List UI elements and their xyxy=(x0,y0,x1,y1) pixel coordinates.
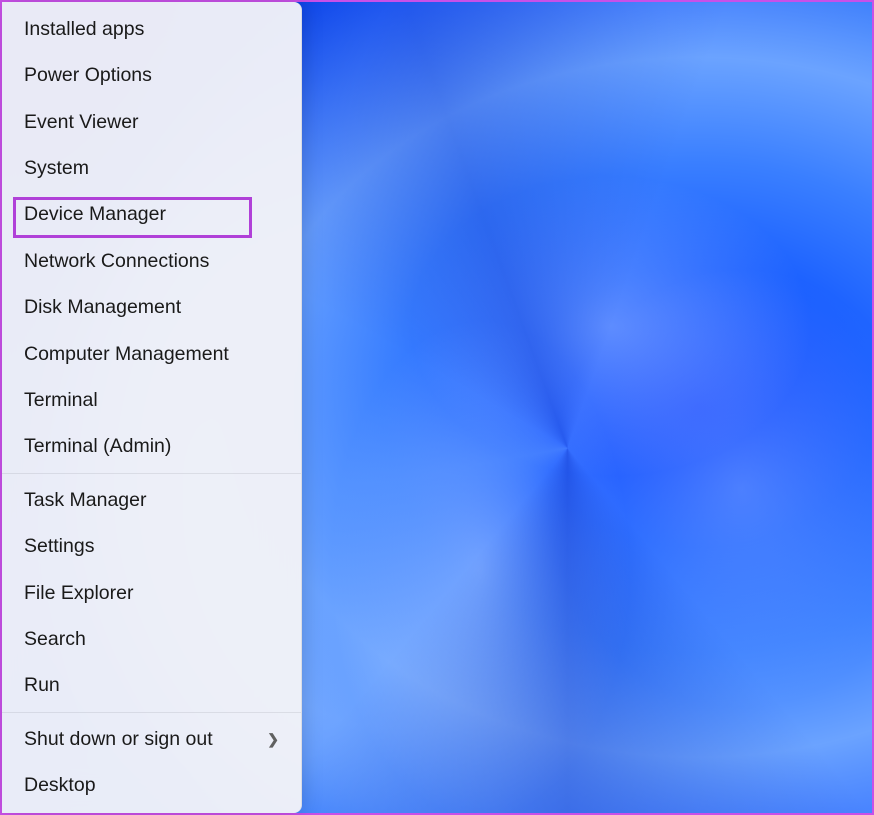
menu-shutdown[interactable]: Shut down or sign out ❯ xyxy=(2,716,301,762)
menu-item-label: Settings xyxy=(24,535,94,558)
menu-item-label: Shut down or sign out xyxy=(24,728,213,751)
winx-context-menu: Installed apps Power Options Event Viewe… xyxy=(2,2,302,813)
menu-item-label: Event Viewer xyxy=(24,111,139,134)
menu-item-label: Search xyxy=(24,628,86,651)
menu-task-manager[interactable]: Task Manager xyxy=(2,477,301,523)
menu-terminal[interactable]: Terminal xyxy=(2,377,301,423)
menu-item-label: Disk Management xyxy=(24,296,181,319)
menu-item-label: Terminal xyxy=(24,389,98,412)
menu-separator xyxy=(2,473,301,474)
menu-device-manager[interactable]: Device Manager xyxy=(2,192,301,238)
menu-desktop[interactable]: Desktop xyxy=(2,762,301,808)
menu-item-label: File Explorer xyxy=(24,582,133,605)
menu-separator xyxy=(2,712,301,713)
menu-item-label: Device Manager xyxy=(24,203,166,226)
menu-item-label: Task Manager xyxy=(24,489,146,512)
menu-settings[interactable]: Settings xyxy=(2,523,301,569)
menu-terminal-admin[interactable]: Terminal (Admin) xyxy=(2,424,301,470)
menu-search[interactable]: Search xyxy=(2,616,301,662)
menu-item-label: Terminal (Admin) xyxy=(24,435,171,458)
menu-installed-apps[interactable]: Installed apps xyxy=(2,6,301,52)
menu-item-label: System xyxy=(24,157,89,180)
chevron-right-icon: ❯ xyxy=(267,731,279,748)
menu-file-explorer[interactable]: File Explorer xyxy=(2,570,301,616)
menu-computer-management[interactable]: Computer Management xyxy=(2,331,301,377)
menu-disk-management[interactable]: Disk Management xyxy=(2,284,301,330)
menu-item-label: Computer Management xyxy=(24,343,229,366)
menu-event-viewer[interactable]: Event Viewer xyxy=(2,99,301,145)
menu-network-connections[interactable]: Network Connections xyxy=(2,238,301,284)
menu-item-label: Power Options xyxy=(24,64,152,87)
menu-power-options[interactable]: Power Options xyxy=(2,52,301,98)
menu-item-label: Network Connections xyxy=(24,250,209,273)
menu-item-label: Desktop xyxy=(24,774,96,797)
menu-item-label: Installed apps xyxy=(24,18,144,41)
menu-item-label: Run xyxy=(24,674,60,697)
menu-run[interactable]: Run xyxy=(2,663,301,709)
menu-system[interactable]: System xyxy=(2,145,301,191)
